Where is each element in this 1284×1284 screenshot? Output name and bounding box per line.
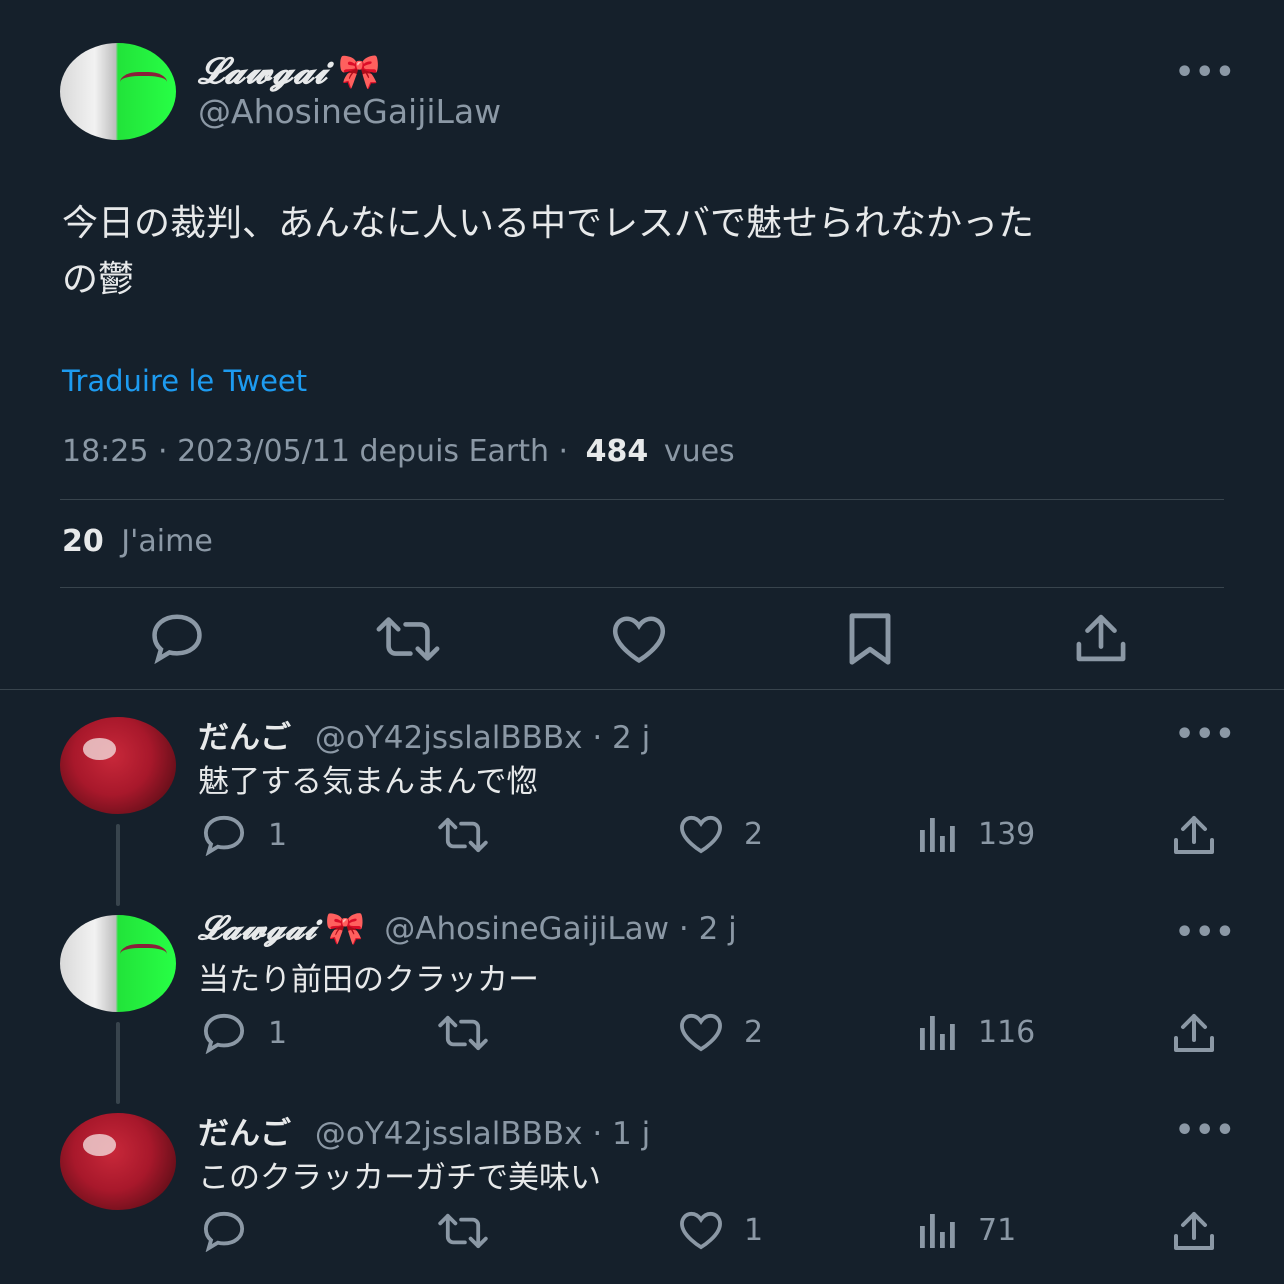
reply-text: 当たり前田のクラッカー xyxy=(198,962,539,998)
reply-header: だんご @oY42jsslalBBBx · 1 j xyxy=(198,1108,650,1153)
more-options-icon[interactable]: ••• xyxy=(1175,720,1236,750)
tweet-text-line: の鬱 xyxy=(62,259,135,300)
thread-line xyxy=(116,1022,120,1104)
ribbon-emoji: 🎀 xyxy=(325,909,366,947)
tweet-timestamp[interactable]: 18:25 · 2023/05/11 depuis Earth · xyxy=(62,434,568,469)
like-icon xyxy=(678,1210,724,1250)
views-button[interactable]: 139 xyxy=(918,814,1035,854)
view-count: 71 xyxy=(978,1212,1017,1248)
reply-avatar[interactable] xyxy=(60,717,176,814)
reply-header: だんご @oY42jsslalBBBx · 2 j xyxy=(198,712,650,757)
reply-count: 1 xyxy=(268,1015,288,1051)
share-button[interactable] xyxy=(1172,1210,1216,1252)
likes-summary[interactable]: 20 J'aime xyxy=(62,524,213,559)
reply-button[interactable]: 1 xyxy=(200,814,287,856)
more-options-icon[interactable]: ••• xyxy=(1175,918,1236,948)
share-icon xyxy=(1172,1210,1216,1252)
reply-count: 1 xyxy=(268,817,288,853)
reply-handle-time[interactable]: @oY42jsslalBBBx · 2 j xyxy=(315,720,650,756)
share-button[interactable] xyxy=(1172,1012,1216,1054)
reply-text: 魅了する気まんまんで惚 xyxy=(198,764,538,800)
share-button[interactable] xyxy=(1172,814,1216,856)
like-icon xyxy=(678,1012,724,1052)
like-icon xyxy=(678,814,724,854)
more-options-icon[interactable]: ••• xyxy=(1175,1116,1236,1146)
reply-icon xyxy=(200,814,248,856)
views-button[interactable]: 116 xyxy=(918,1012,1035,1052)
view-count: 139 xyxy=(978,816,1036,852)
analytics-icon xyxy=(918,1210,958,1250)
reply-icon xyxy=(200,1210,248,1252)
author-name: 𝓛𝓪𝔀𝓰𝓪𝓲 xyxy=(198,50,327,92)
reply-icon[interactable] xyxy=(147,612,207,664)
reply-handle-time[interactable]: @AhosineGaijiLaw · 2 j xyxy=(384,911,737,947)
reply-author-name[interactable]: だんご xyxy=(198,1116,291,1152)
views-button[interactable]: 71 xyxy=(918,1210,1016,1250)
reply-icon xyxy=(200,1012,248,1054)
tweet-text-line: 今日の裁判、あんなに人いる中でレスバで魅せられなかった xyxy=(62,203,1035,244)
share-icon[interactable] xyxy=(1074,612,1128,664)
like-button[interactable]: 2 xyxy=(678,1012,763,1052)
author-avatar[interactable] xyxy=(60,43,176,140)
retweet-button[interactable] xyxy=(436,816,490,854)
bookmark-icon[interactable] xyxy=(846,612,894,666)
like-icon[interactable] xyxy=(610,614,668,664)
share-icon xyxy=(1172,1012,1216,1054)
divider xyxy=(60,499,1224,500)
tweet-meta: 18:25 · 2023/05/11 depuis Earth · 484 vu… xyxy=(62,434,735,469)
reply-avatar[interactable] xyxy=(60,915,176,1012)
reply-header: 𝓛𝓪𝔀𝓰𝓪𝓲 🎀 @AhosineGaijiLaw · 2 j xyxy=(198,908,737,948)
view-count: 116 xyxy=(978,1014,1036,1050)
retweet-button[interactable] xyxy=(436,1212,490,1250)
analytics-icon xyxy=(918,1012,958,1052)
reply-avatar[interactable] xyxy=(60,1113,176,1210)
retweet-icon xyxy=(436,1212,490,1250)
like-button[interactable]: 1 xyxy=(678,1210,763,1250)
share-icon xyxy=(1172,814,1216,856)
thread-line xyxy=(116,824,120,906)
like-count: 2 xyxy=(744,816,764,852)
retweet-icon xyxy=(436,816,490,854)
like-button[interactable]: 2 xyxy=(678,814,763,854)
analytics-icon xyxy=(918,814,958,854)
reply-author-name[interactable]: だんご xyxy=(198,720,291,756)
ribbon-emoji: 🎀 xyxy=(338,52,381,92)
more-options-icon[interactable]: ••• xyxy=(1175,58,1236,88)
retweet-button[interactable] xyxy=(436,1014,490,1052)
reply-handle-time[interactable]: @oY42jsslalBBBx · 1 j xyxy=(315,1116,650,1152)
views-label: vues xyxy=(663,434,735,469)
likes-label: J'aime xyxy=(121,524,213,559)
author-handle[interactable]: @AhosineGaijiLaw xyxy=(198,92,501,131)
divider xyxy=(60,587,1224,588)
reply-button[interactable] xyxy=(200,1210,268,1252)
reply-text: このクラッカーガチで美味い xyxy=(198,1160,601,1196)
retweet-icon[interactable] xyxy=(374,614,442,664)
reply-author-name[interactable]: 𝓛𝓪𝔀𝓰𝓪𝓲 xyxy=(198,908,316,947)
divider xyxy=(0,689,1284,690)
author-name-row[interactable]: 𝓛𝓪𝔀𝓰𝓪𝓲 🎀 xyxy=(198,50,380,93)
likes-count: 20 xyxy=(62,524,104,559)
views-count: 484 xyxy=(585,434,649,469)
like-count: 2 xyxy=(744,1014,764,1050)
translate-link[interactable]: Traduire le Tweet xyxy=(62,364,307,398)
like-count: 1 xyxy=(744,1212,764,1248)
reply-button[interactable]: 1 xyxy=(200,1012,287,1054)
retweet-icon xyxy=(436,1014,490,1052)
